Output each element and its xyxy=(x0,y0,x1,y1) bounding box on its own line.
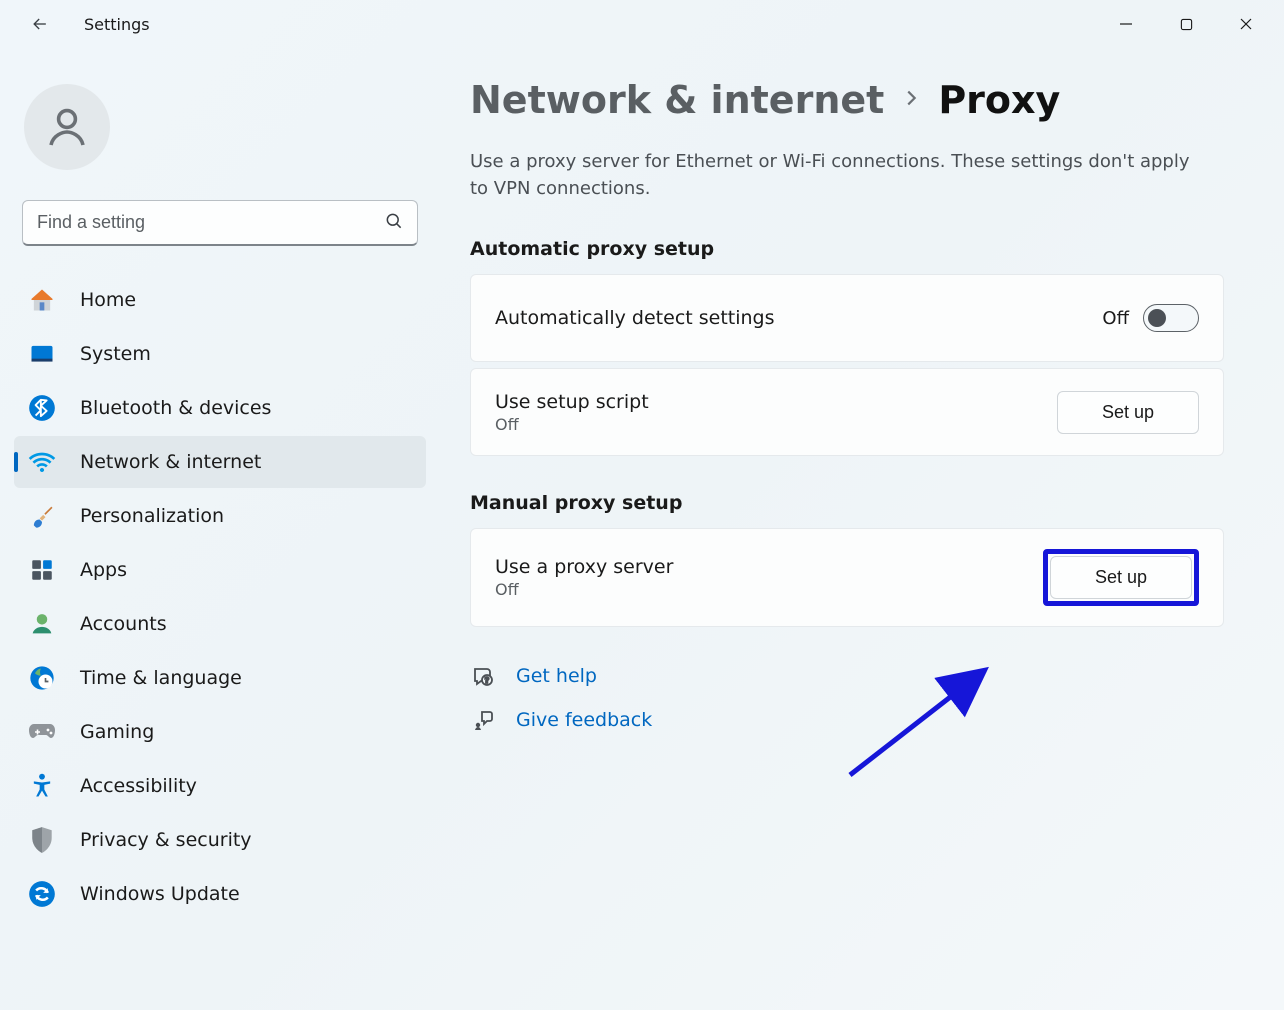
sidebar-item-update[interactable]: Windows Update xyxy=(14,868,426,920)
card-state: Off xyxy=(495,580,1043,599)
bluetooth-icon xyxy=(26,392,58,424)
nav: Home System Bluetooth & devices Network … xyxy=(14,274,426,920)
get-help-link[interactable]: ? Get help xyxy=(470,663,1224,689)
card-setup-script: Use setup script Off Set up xyxy=(470,368,1224,456)
breadcrumb-parent[interactable]: Network & internet xyxy=(470,78,884,122)
sidebar-item-label: Personalization xyxy=(80,505,224,527)
sidebar-item-time[interactable]: Time & language xyxy=(14,652,426,704)
app-title: Settings xyxy=(84,15,150,34)
window-controls xyxy=(1096,4,1276,44)
sidebar-item-label: Time & language xyxy=(80,667,242,689)
close-icon xyxy=(1239,17,1253,31)
sidebar-item-label: Privacy & security xyxy=(80,829,252,851)
give-feedback-link[interactable]: Give feedback xyxy=(470,707,1224,733)
toggle-state-label: Off xyxy=(1102,308,1129,329)
svg-text:?: ? xyxy=(485,676,490,685)
card-title: Use setup script xyxy=(495,391,1057,413)
system-icon xyxy=(26,338,58,370)
wifi-icon xyxy=(26,446,58,478)
use-proxy-setup-button[interactable]: Set up xyxy=(1050,556,1192,599)
sidebar: Home System Bluetooth & devices Network … xyxy=(0,48,440,1010)
help-link-label: Give feedback xyxy=(516,709,652,731)
search-icon xyxy=(384,211,404,235)
person-icon xyxy=(43,103,91,151)
breadcrumb-current: Proxy xyxy=(938,78,1060,122)
card-use-proxy: Use a proxy server Off Set up xyxy=(470,528,1224,627)
close-button[interactable] xyxy=(1216,4,1276,44)
help-links: ? Get help Give feedback xyxy=(470,663,1224,733)
help-icon: ? xyxy=(470,663,496,689)
minimize-button[interactable] xyxy=(1096,4,1156,44)
sidebar-item-personalization[interactable]: Personalization xyxy=(14,490,426,542)
sidebar-item-system[interactable]: System xyxy=(14,328,426,380)
sidebar-item-label: Home xyxy=(80,289,136,311)
clock-globe-icon xyxy=(26,662,58,694)
chevron-right-icon xyxy=(900,87,922,113)
highlight-annotation: Set up xyxy=(1043,549,1199,606)
sidebar-item-bluetooth[interactable]: Bluetooth & devices xyxy=(14,382,426,434)
card-title: Use a proxy server xyxy=(495,556,1043,578)
sidebar-item-network[interactable]: Network & internet xyxy=(14,436,426,488)
back-button[interactable] xyxy=(20,4,60,44)
titlebar: Settings xyxy=(0,0,1284,48)
setup-script-button[interactable]: Set up xyxy=(1057,391,1199,434)
feedback-icon xyxy=(470,707,496,733)
arrow-left-icon xyxy=(30,14,50,34)
sidebar-item-accounts[interactable]: Accounts xyxy=(14,598,426,650)
card-auto-detect: Automatically detect settings Off xyxy=(470,274,1224,362)
avatar[interactable] xyxy=(24,84,110,170)
search-wrap xyxy=(22,200,418,246)
sidebar-item-apps[interactable]: Apps xyxy=(14,544,426,596)
section-title-manual: Manual proxy setup xyxy=(470,492,1224,514)
auto-detect-toggle[interactable] xyxy=(1143,304,1199,332)
apps-icon xyxy=(26,554,58,586)
accounts-icon xyxy=(26,608,58,640)
accessibility-icon xyxy=(26,770,58,802)
update-icon xyxy=(26,878,58,910)
search-input[interactable] xyxy=(22,200,418,246)
sidebar-item-gaming[interactable]: Gaming xyxy=(14,706,426,758)
sidebar-item-label: Gaming xyxy=(80,721,154,743)
sidebar-item-accessibility[interactable]: Accessibility xyxy=(14,760,426,812)
content: Network & internet Proxy Use a proxy ser… xyxy=(440,48,1284,1010)
maximize-icon xyxy=(1180,18,1193,31)
sidebar-item-label: Bluetooth & devices xyxy=(80,397,271,419)
gamepad-icon xyxy=(26,716,58,748)
page-description: Use a proxy server for Ethernet or Wi-Fi… xyxy=(470,148,1210,202)
home-icon xyxy=(26,284,58,316)
card-title: Automatically detect settings xyxy=(495,307,1102,329)
section-title-auto: Automatic proxy setup xyxy=(470,238,1224,260)
sidebar-item-privacy[interactable]: Privacy & security xyxy=(14,814,426,866)
breadcrumb: Network & internet Proxy xyxy=(470,78,1224,122)
help-link-label: Get help xyxy=(516,665,597,687)
sidebar-item-label: Network & internet xyxy=(80,451,261,473)
sidebar-item-label: Accessibility xyxy=(80,775,197,797)
sidebar-item-label: Apps xyxy=(80,559,127,581)
toggle-knob xyxy=(1148,309,1166,327)
sidebar-item-label: Accounts xyxy=(80,613,167,635)
shield-icon xyxy=(26,824,58,856)
maximize-button[interactable] xyxy=(1156,4,1216,44)
paintbrush-icon xyxy=(26,500,58,532)
card-state: Off xyxy=(495,415,1057,434)
sidebar-item-home[interactable]: Home xyxy=(14,274,426,326)
minimize-icon xyxy=(1119,17,1133,31)
sidebar-item-label: System xyxy=(80,343,151,365)
sidebar-item-label: Windows Update xyxy=(80,883,240,905)
